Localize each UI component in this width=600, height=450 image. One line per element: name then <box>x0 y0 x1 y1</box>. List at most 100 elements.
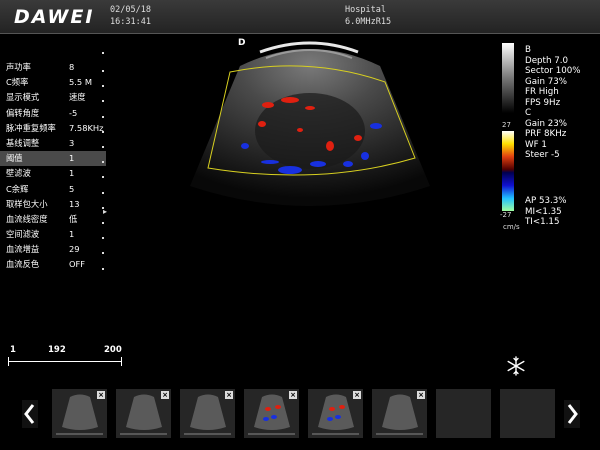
parameter-list: 声功率 8 C频率 5.5 M 显示模式 速度偏转角度 -5 脉冲重复频率 7.58KHz 基线调… <box>0 60 106 273</box>
param-row[interactable]: 偏转角度 -5 <box>0 106 106 121</box>
cine-scale[interactable]: 1 192 200 <box>8 345 122 371</box>
param-label: C余辉 <box>6 183 29 194</box>
thumbnail[interactable]: × <box>372 389 427 438</box>
cine-end: 200 <box>104 345 122 355</box>
velocity-unit: cm/s <box>503 223 520 231</box>
velocity-min: -27 <box>500 211 512 219</box>
thumbnail[interactable]: × <box>116 389 171 438</box>
param-label: 声功率 <box>6 62 31 72</box>
cine-current: 192 <box>48 345 66 355</box>
thermal-index-value: TI<1.15 <box>525 217 560 227</box>
param-row[interactable]: 脉冲重复频率 7.58KHz <box>0 121 106 136</box>
brand-logo: DAWEI <box>14 6 95 28</box>
depth-tick <box>102 191 104 194</box>
param-label: 血流线密度 <box>6 213 48 224</box>
depth-tick <box>102 161 104 164</box>
param-row[interactable]: 取样包大小 13 <box>0 197 106 212</box>
thumbnail[interactable]: × <box>244 389 299 438</box>
param-label: 取样包大小 <box>6 198 48 209</box>
top-bar: DAWEI 02/05/18 16:31:41 Hospital 6.0MHzR… <box>0 0 600 34</box>
param-label: 脉冲重复频率 <box>6 122 56 133</box>
color-velocity-bar <box>502 131 514 211</box>
depth-tick <box>102 85 104 88</box>
param-value: 1 <box>69 168 75 179</box>
param-label: 空间滤波 <box>6 229 40 240</box>
param-value: -5 <box>69 107 78 118</box>
param-value: 13 <box>69 198 80 209</box>
hospital-name: Hospital <box>345 5 386 15</box>
thumbnail-close-icon[interactable]: × <box>225 391 233 399</box>
param-row[interactable]: 壁滤波 1 <box>0 166 106 181</box>
thumbnail-close-icon[interactable]: × <box>97 391 105 399</box>
gray-scale-bar <box>502 43 514 113</box>
thumbnail-close-icon[interactable]: × <box>161 391 169 399</box>
param-row[interactable]: 基线调整 3 <box>0 136 106 151</box>
depth-tick <box>102 115 104 118</box>
param-value: OFF <box>69 259 86 270</box>
thumbnail-close-icon[interactable]: × <box>353 391 361 399</box>
chevron-right-icon <box>567 404 578 424</box>
depth-value: Depth 7.0 <box>525 55 569 66</box>
thumbnail-slot-empty[interactable] <box>500 389 555 438</box>
thumbnail[interactable]: × <box>180 389 235 438</box>
depth-tick <box>102 176 104 179</box>
velocity-max: 27 <box>502 121 511 129</box>
param-row[interactable]: 阈值 1 <box>0 151 106 167</box>
param-row[interactable]: 显示模式 速度 <box>0 90 106 105</box>
param-row[interactable]: C频率 5.5 M <box>0 75 106 90</box>
next-page-button[interactable] <box>564 400 580 428</box>
acoustic-power-value: AP 53.3% <box>525 196 567 206</box>
frame-rate-value: FR High <box>525 87 559 97</box>
param-row[interactable]: 血流线密度 低 <box>0 212 106 227</box>
thumbnail-slot-empty[interactable] <box>436 389 491 438</box>
depth-tick <box>102 267 104 270</box>
param-value: 速度 <box>69 92 86 103</box>
cine-tick-start <box>8 357 9 366</box>
prev-page-button[interactable] <box>22 400 38 428</box>
date-time: 02/05/18 16:31:41 <box>110 4 151 28</box>
wall-filter-value: WF 1 <box>525 139 547 150</box>
b-mode-info: B Depth 7.0 Sector 100% Gain 73% FR High… <box>525 45 581 161</box>
cine-tick-end <box>121 357 122 366</box>
param-row[interactable]: 空间滤波 1 <box>0 227 106 242</box>
depth-tick <box>102 52 104 54</box>
param-label: 壁滤波 <box>6 168 31 179</box>
param-value: 7.58KHz <box>69 122 104 133</box>
c-gain-value: Gain 23% <box>525 118 568 129</box>
param-row[interactable]: 血流增益 29 <box>0 242 106 257</box>
param-label: 偏转角度 <box>6 107 40 118</box>
steer-value: Steer -5 <box>525 150 560 160</box>
depth-tick <box>102 237 104 240</box>
freeze-snowflake-icon[interactable] <box>506 356 526 376</box>
thumbnail-close-icon[interactable]: × <box>417 391 425 399</box>
param-row[interactable]: 声功率 8 <box>0 60 106 75</box>
param-label: 阈值 <box>6 153 23 164</box>
hospital-info: Hospital 6.0MHzR15 <box>345 4 391 28</box>
exam-date: 02/05/18 <box>110 5 151 15</box>
param-value: 29 <box>69 244 80 255</box>
exam-time: 16:31:41 <box>110 17 151 27</box>
param-label: 显示模式 <box>6 92 40 103</box>
param-row[interactable]: 血流反色 OFF <box>0 257 106 272</box>
sector-value: Sector 100% <box>525 66 581 76</box>
param-value: 低 <box>69 213 78 224</box>
b-gain-value: Gain 73% <box>525 76 568 87</box>
probe-frequency: 6.0MHzR15 <box>345 17 392 27</box>
depth-tick <box>102 70 104 72</box>
prf-value: PRF 8KHz <box>525 129 567 139</box>
chevron-left-icon <box>24 404 35 424</box>
thumbnail-close-icon[interactable]: × <box>289 391 297 399</box>
param-row[interactable]: C余辉 5 <box>0 182 106 197</box>
depth-tick <box>102 222 104 224</box>
cine-track <box>8 361 122 362</box>
depth-tick <box>102 130 104 133</box>
depth-tick <box>102 100 104 103</box>
thumbnail[interactable]: × <box>52 389 107 438</box>
param-value: 8 <box>69 62 75 72</box>
depth-tick <box>102 206 104 209</box>
param-label: 基线调整 <box>6 137 40 148</box>
thumbnail[interactable]: × <box>308 389 363 438</box>
ultrasound-image[interactable] <box>180 36 440 206</box>
mechanical-index-value: MI<1.35 <box>525 206 562 217</box>
param-label: 血流增益 <box>6 244 40 255</box>
